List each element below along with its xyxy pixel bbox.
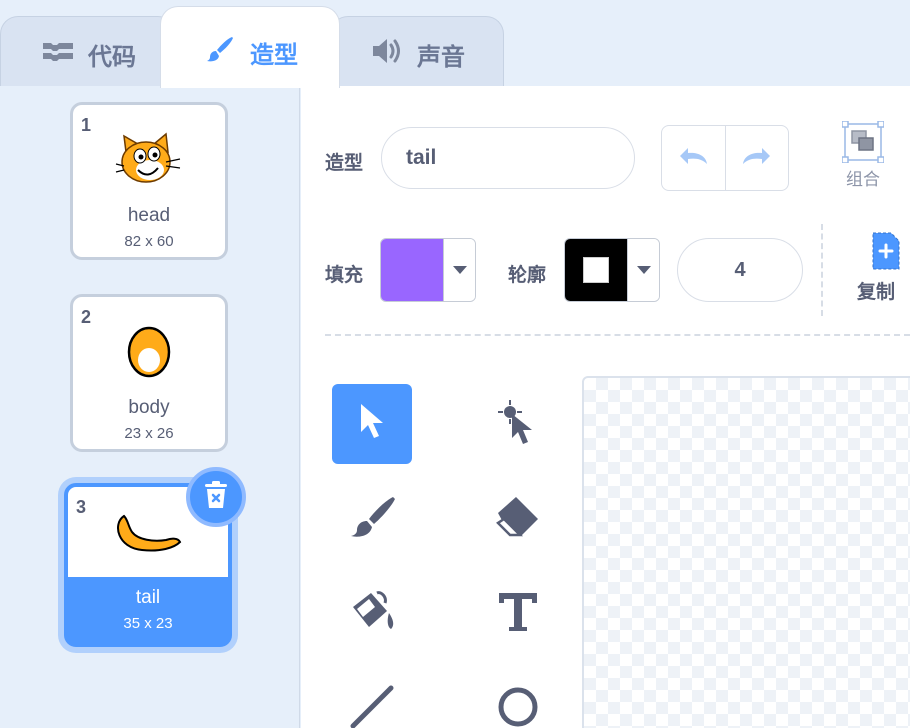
paintbrush-icon bbox=[347, 495, 397, 544]
costume-name-input[interactable]: tail bbox=[381, 127, 635, 189]
caret-down-icon bbox=[443, 239, 475, 301]
undo-button[interactable] bbox=[662, 126, 725, 190]
paint-editor: 造型 tail 组合 填充 轮廓 4 复制 bbox=[301, 86, 910, 728]
eraser-icon bbox=[494, 495, 542, 544]
tab-code-label: 代码 bbox=[88, 44, 136, 71]
costume-thumbnail-body bbox=[73, 311, 225, 393]
outline-label: 轮廓 bbox=[508, 265, 547, 286]
group-icon bbox=[831, 121, 895, 165]
caret-down-icon bbox=[627, 239, 659, 301]
eraser-tool[interactable] bbox=[478, 479, 558, 559]
undo-redo-group bbox=[661, 125, 789, 191]
costume-name: head bbox=[127, 205, 171, 226]
redo-button[interactable] bbox=[724, 126, 789, 190]
copy-label: 复制 bbox=[857, 282, 896, 303]
tab-sounds[interactable]: 声音 bbox=[330, 16, 504, 88]
costume-size: 23 x 26 bbox=[124, 425, 174, 442]
section-divider bbox=[325, 334, 910, 336]
costume-name: tail bbox=[135, 587, 161, 608]
group-label: 组合 bbox=[846, 170, 880, 189]
reshape-tool[interactable] bbox=[478, 384, 558, 464]
costume-label: 造型 bbox=[325, 153, 364, 174]
line-tool[interactable] bbox=[332, 669, 412, 728]
undo-icon bbox=[676, 144, 710, 173]
toolbar-divider bbox=[821, 224, 823, 316]
brush-tool[interactable] bbox=[332, 479, 412, 559]
line-icon bbox=[347, 682, 397, 728]
select-tool[interactable] bbox=[332, 384, 412, 464]
tab-code[interactable]: 代码 bbox=[0, 16, 176, 88]
costume-size: 82 x 60 bbox=[124, 233, 174, 250]
costume-list: 1 head 82 x 60 2 body 23 x 26 3 tail 35 … bbox=[0, 86, 300, 728]
text-tool[interactable] bbox=[478, 574, 558, 654]
tab-sounds-label: 声音 bbox=[417, 44, 465, 71]
text-t-icon bbox=[497, 591, 539, 638]
drawing-canvas[interactable] bbox=[582, 376, 910, 728]
tab-costumes[interactable]: 造型 bbox=[160, 6, 340, 88]
costume-name-value: tail bbox=[406, 146, 437, 169]
fill-color-swatch bbox=[381, 239, 443, 301]
circle-tool[interactable] bbox=[478, 669, 558, 728]
group-button[interactable]: 组合 bbox=[831, 121, 895, 190]
costume-name: body bbox=[128, 397, 170, 418]
costume-item-body[interactable]: 2 body 23 x 26 bbox=[70, 294, 228, 452]
costume-thumbnail-head bbox=[73, 119, 225, 201]
trash-icon bbox=[203, 480, 229, 515]
copy-button[interactable]: 复制 bbox=[857, 231, 910, 304]
tab-bar: 代码 造型 声音 bbox=[0, 0, 910, 88]
outline-color-swatch bbox=[565, 239, 627, 301]
costume-size: 35 x 23 bbox=[123, 615, 173, 632]
fill-label: 填充 bbox=[325, 265, 364, 286]
tab-costumes-label: 造型 bbox=[250, 42, 298, 69]
delete-costume-button[interactable] bbox=[186, 467, 246, 527]
copy-icon bbox=[857, 231, 910, 277]
paint-bucket-icon bbox=[347, 587, 397, 642]
fill-color-button[interactable] bbox=[380, 238, 476, 302]
fill-tool[interactable] bbox=[332, 574, 412, 654]
costume-item-head[interactable]: 1 head 82 x 60 bbox=[70, 102, 228, 260]
reshape-pointer-icon bbox=[494, 396, 542, 453]
arrow-pointer-icon bbox=[357, 402, 387, 447]
outline-color-button[interactable] bbox=[564, 238, 660, 302]
stroke-width-value: 4 bbox=[734, 258, 746, 281]
redo-icon bbox=[740, 144, 774, 173]
speaker-icon bbox=[369, 37, 405, 65]
circle-icon bbox=[496, 685, 540, 728]
brush-icon bbox=[202, 35, 238, 63]
stroke-width-input[interactable]: 4 bbox=[677, 238, 803, 302]
code-blocks-icon bbox=[40, 37, 76, 65]
